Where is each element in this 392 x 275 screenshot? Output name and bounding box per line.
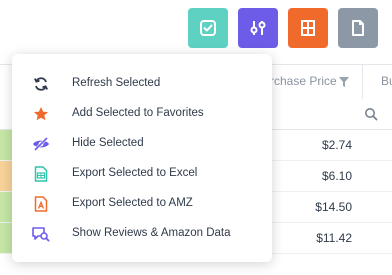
export-button[interactable]	[338, 8, 378, 48]
menu-item-label: Add Selected to Favorites	[72, 107, 204, 119]
filter-icon[interactable]	[338, 75, 350, 93]
column-separator	[362, 65, 363, 99]
menu-item-export-amz[interactable]: Export Selected to AMZ	[12, 189, 272, 219]
column-header-next[interactable]: Bu	[381, 74, 392, 88]
document-icon	[349, 19, 367, 37]
purchase-price-cell: $14.50	[315, 200, 352, 214]
checkbox-icon	[199, 19, 217, 37]
menu-item-refresh-selected[interactable]: Refresh Selected	[12, 69, 272, 99]
column-header-purchase-price[interactable]: rchase Price	[270, 74, 337, 88]
select-all-button[interactable]	[188, 8, 228, 48]
columns-button[interactable]	[288, 8, 328, 48]
purchase-price-cell: $2.74	[321, 138, 352, 152]
purchase-price-cell: $6.10	[321, 169, 352, 183]
settings-button[interactable]	[238, 8, 278, 48]
grid-icon	[299, 19, 317, 37]
menu-item-add-to-favorites[interactable]: Add Selected to Favorites	[12, 99, 272, 129]
menu-item-label: Export Selected to AMZ	[72, 197, 193, 209]
menu-item-label: Show Reviews & Amazon Data	[72, 227, 231, 239]
menu-item-label: Hide Selected	[72, 137, 144, 149]
context-menu: Refresh Selected Add Selected to Favorit…	[12, 54, 272, 262]
search-icon[interactable]	[364, 107, 378, 126]
row-strip	[0, 223, 12, 253]
amz-file-icon	[32, 196, 50, 212]
row-strip	[0, 130, 12, 160]
excel-file-icon	[32, 166, 50, 182]
row-strip	[0, 161, 12, 191]
menu-item-hide-selected[interactable]: Hide Selected	[12, 129, 272, 159]
menu-item-show-reviews[interactable]: Show Reviews & Amazon Data	[12, 219, 272, 249]
star-icon	[32, 106, 50, 122]
menu-item-label: Refresh Selected	[72, 77, 161, 89]
toolbar	[0, 8, 392, 48]
eye-slash-icon	[32, 136, 50, 152]
refresh-icon	[32, 76, 50, 92]
review-search-icon	[32, 226, 50, 242]
menu-item-label: Export Selected to Excel	[72, 167, 198, 179]
menu-item-export-excel[interactable]: Export Selected to Excel	[12, 159, 272, 189]
sliders-icon	[249, 19, 267, 37]
row-strip	[0, 192, 12, 222]
purchase-price-cell: $11.42	[316, 231, 352, 245]
